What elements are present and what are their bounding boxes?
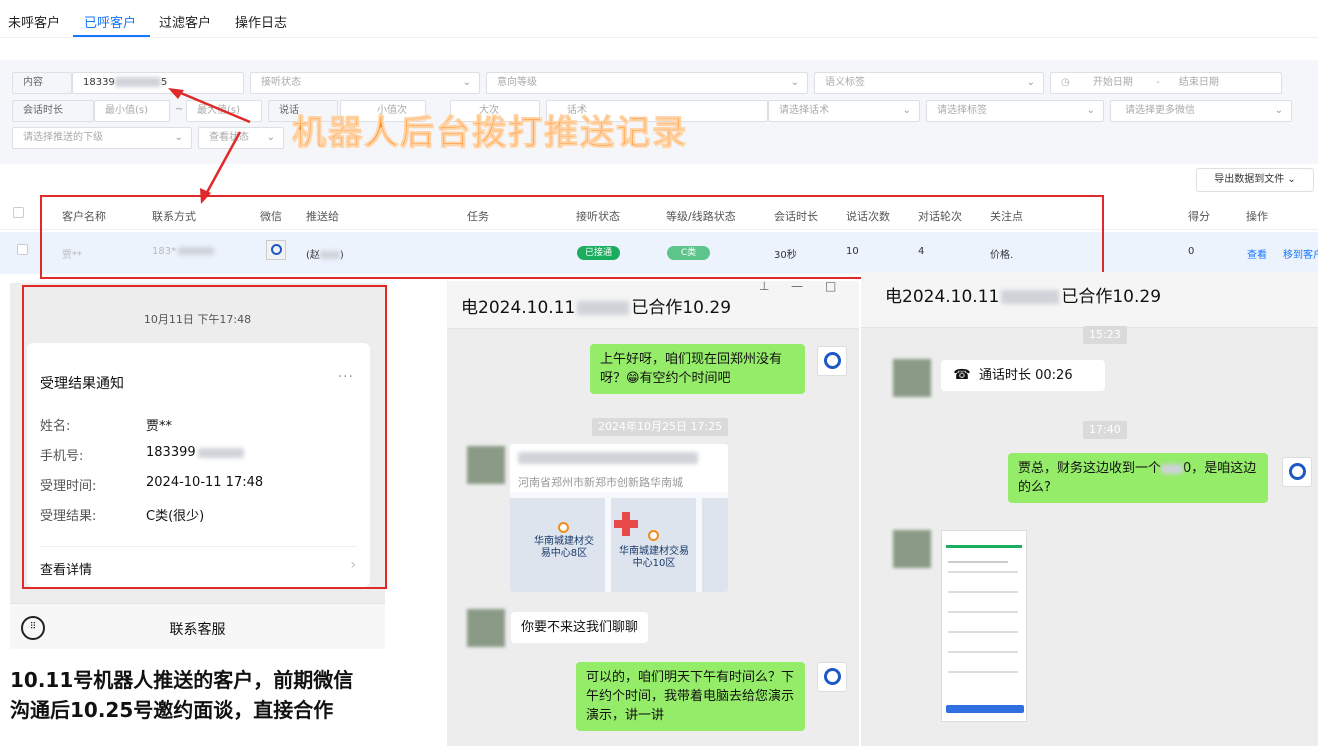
cell-score: 0 [1188,246,1195,257]
chat-title: 电2024.10.11 已合作10.29 [461,293,731,318]
phone-icon: ☎ [953,367,971,383]
my-avatar [817,662,847,692]
caption-line-1: 10.11号机器人推送的客户，前期微信 [10,668,354,692]
annotation-box-notification [22,285,387,589]
pin-icon[interactable]: ⊥ [759,279,769,293]
location-card[interactable]: 河南省郑州市新郑市创新路华南城 华南城建材交易中心8区 华南城建材交易中心10区 [510,444,728,592]
blurred-amount [1161,463,1184,474]
location-pin-cross [614,520,638,528]
image-line [948,631,1018,633]
move-to-customer-link[interactable]: 移到客户 [1283,246,1318,261]
export-label: 导出数据到文件 [1214,174,1285,185]
export-button[interactable]: 导出数据到文件 ⌄ [1196,168,1314,192]
chevron-down-icon: ⌄ [1287,174,1296,185]
minimize-icon[interactable]: — [791,279,803,293]
annotation-arrowhead [168,88,184,99]
annotation-arrow [203,131,242,197]
message-text: 贾总，财务这边收到一个 [1018,461,1162,476]
image-header-bar [946,545,1022,548]
select-all-checkbox[interactable] [13,207,24,218]
message-bubble-received: 你要不来这我们聊聊 [511,612,649,643]
image-line [948,591,1018,593]
chat-title-a: 电2024.10.11 [885,287,1000,307]
call-record-bubble[interactable]: ☎ 通话时长 00:26 [941,360,1105,391]
col-actions: 操作 [1246,210,1268,223]
image-button [946,705,1024,713]
my-avatar [1282,457,1312,487]
blurred-name [577,301,630,315]
chat-window-1: 电2024.10.11 已合作10.29 ⊥ — □ 上午好呀，咱们现在回郑州没有… [447,279,859,746]
blurred-location-name [518,452,698,464]
view-link[interactable]: 查看 [1247,246,1267,261]
image-message[interactable] [941,530,1027,722]
image-line [948,571,1018,573]
timestamp: 15:23 [1083,326,1127,344]
contact-avatar [467,446,505,484]
annotation-arrow [175,89,251,124]
contact-avatar [893,530,931,568]
poi-icon [648,530,659,541]
map-view[interactable]: 华南城建材交易中心8区 华南城建材交易中心10区 [510,492,728,592]
col-score: 得分 [1188,210,1210,223]
contact-service-button[interactable]: 联系客服 [10,619,385,639]
phone-bottom-bar: ⠿ 联系客服 [10,603,385,649]
chat-title: 电2024.10.11 已合作10.29 [885,282,1161,307]
chat-header: 电2024.10.11 已合作10.29 ⊥ — □ [447,279,859,329]
annotation-box-table [40,195,1104,279]
row-checkbox[interactable] [17,244,28,255]
map-label: 华南城建材交易中心8区 [534,536,594,559]
image-line [948,671,1018,673]
timestamp: 17:40 [1083,421,1127,439]
image-line [948,561,1008,563]
chat-title-b: 已合作10.29 [631,298,732,318]
chat-title-b: 已合作10.29 [1061,287,1162,307]
poi-icon [558,522,569,533]
message-bubble-sent: 可以的，咱们明天下午有时间么？下午约个时间，我带着电脑去给您演示演示，讲一讲 [576,662,805,731]
location-address: 河南省郑州市新郑市创新路华南城 [518,476,683,489]
caption-line-2: 沟通后10.25号邀约面谈，直接合作 [10,698,334,722]
blurred-name [1001,290,1060,304]
message-bubble-sent: 上午好呀，咱们现在回郑州没有呀？😁有空约个时间吧 [590,344,805,394]
image-line [948,651,1018,653]
maximize-icon[interactable]: □ [825,279,836,293]
map-label: 华南城建材交易中心10区 [619,546,689,569]
timestamp: 2024年10月25日 17:25 [592,418,729,436]
my-avatar [817,346,847,376]
chat-header: 电2024.10.11 已合作10.29 [861,272,1318,328]
call-duration: 通话时长 00:26 [979,368,1073,383]
image-line [948,611,1018,613]
chat-window-2: 电2024.10.11 已合作10.29 15:23 ☎ 通话时长 00:26 17… [861,272,1318,746]
contact-avatar [467,609,505,647]
message-bubble-sent: 贾总，财务这边收到一个 0，是咱这边的么? [1008,453,1268,503]
contact-avatar [893,359,931,397]
chat-title-a: 电2024.10.11 [461,298,576,318]
